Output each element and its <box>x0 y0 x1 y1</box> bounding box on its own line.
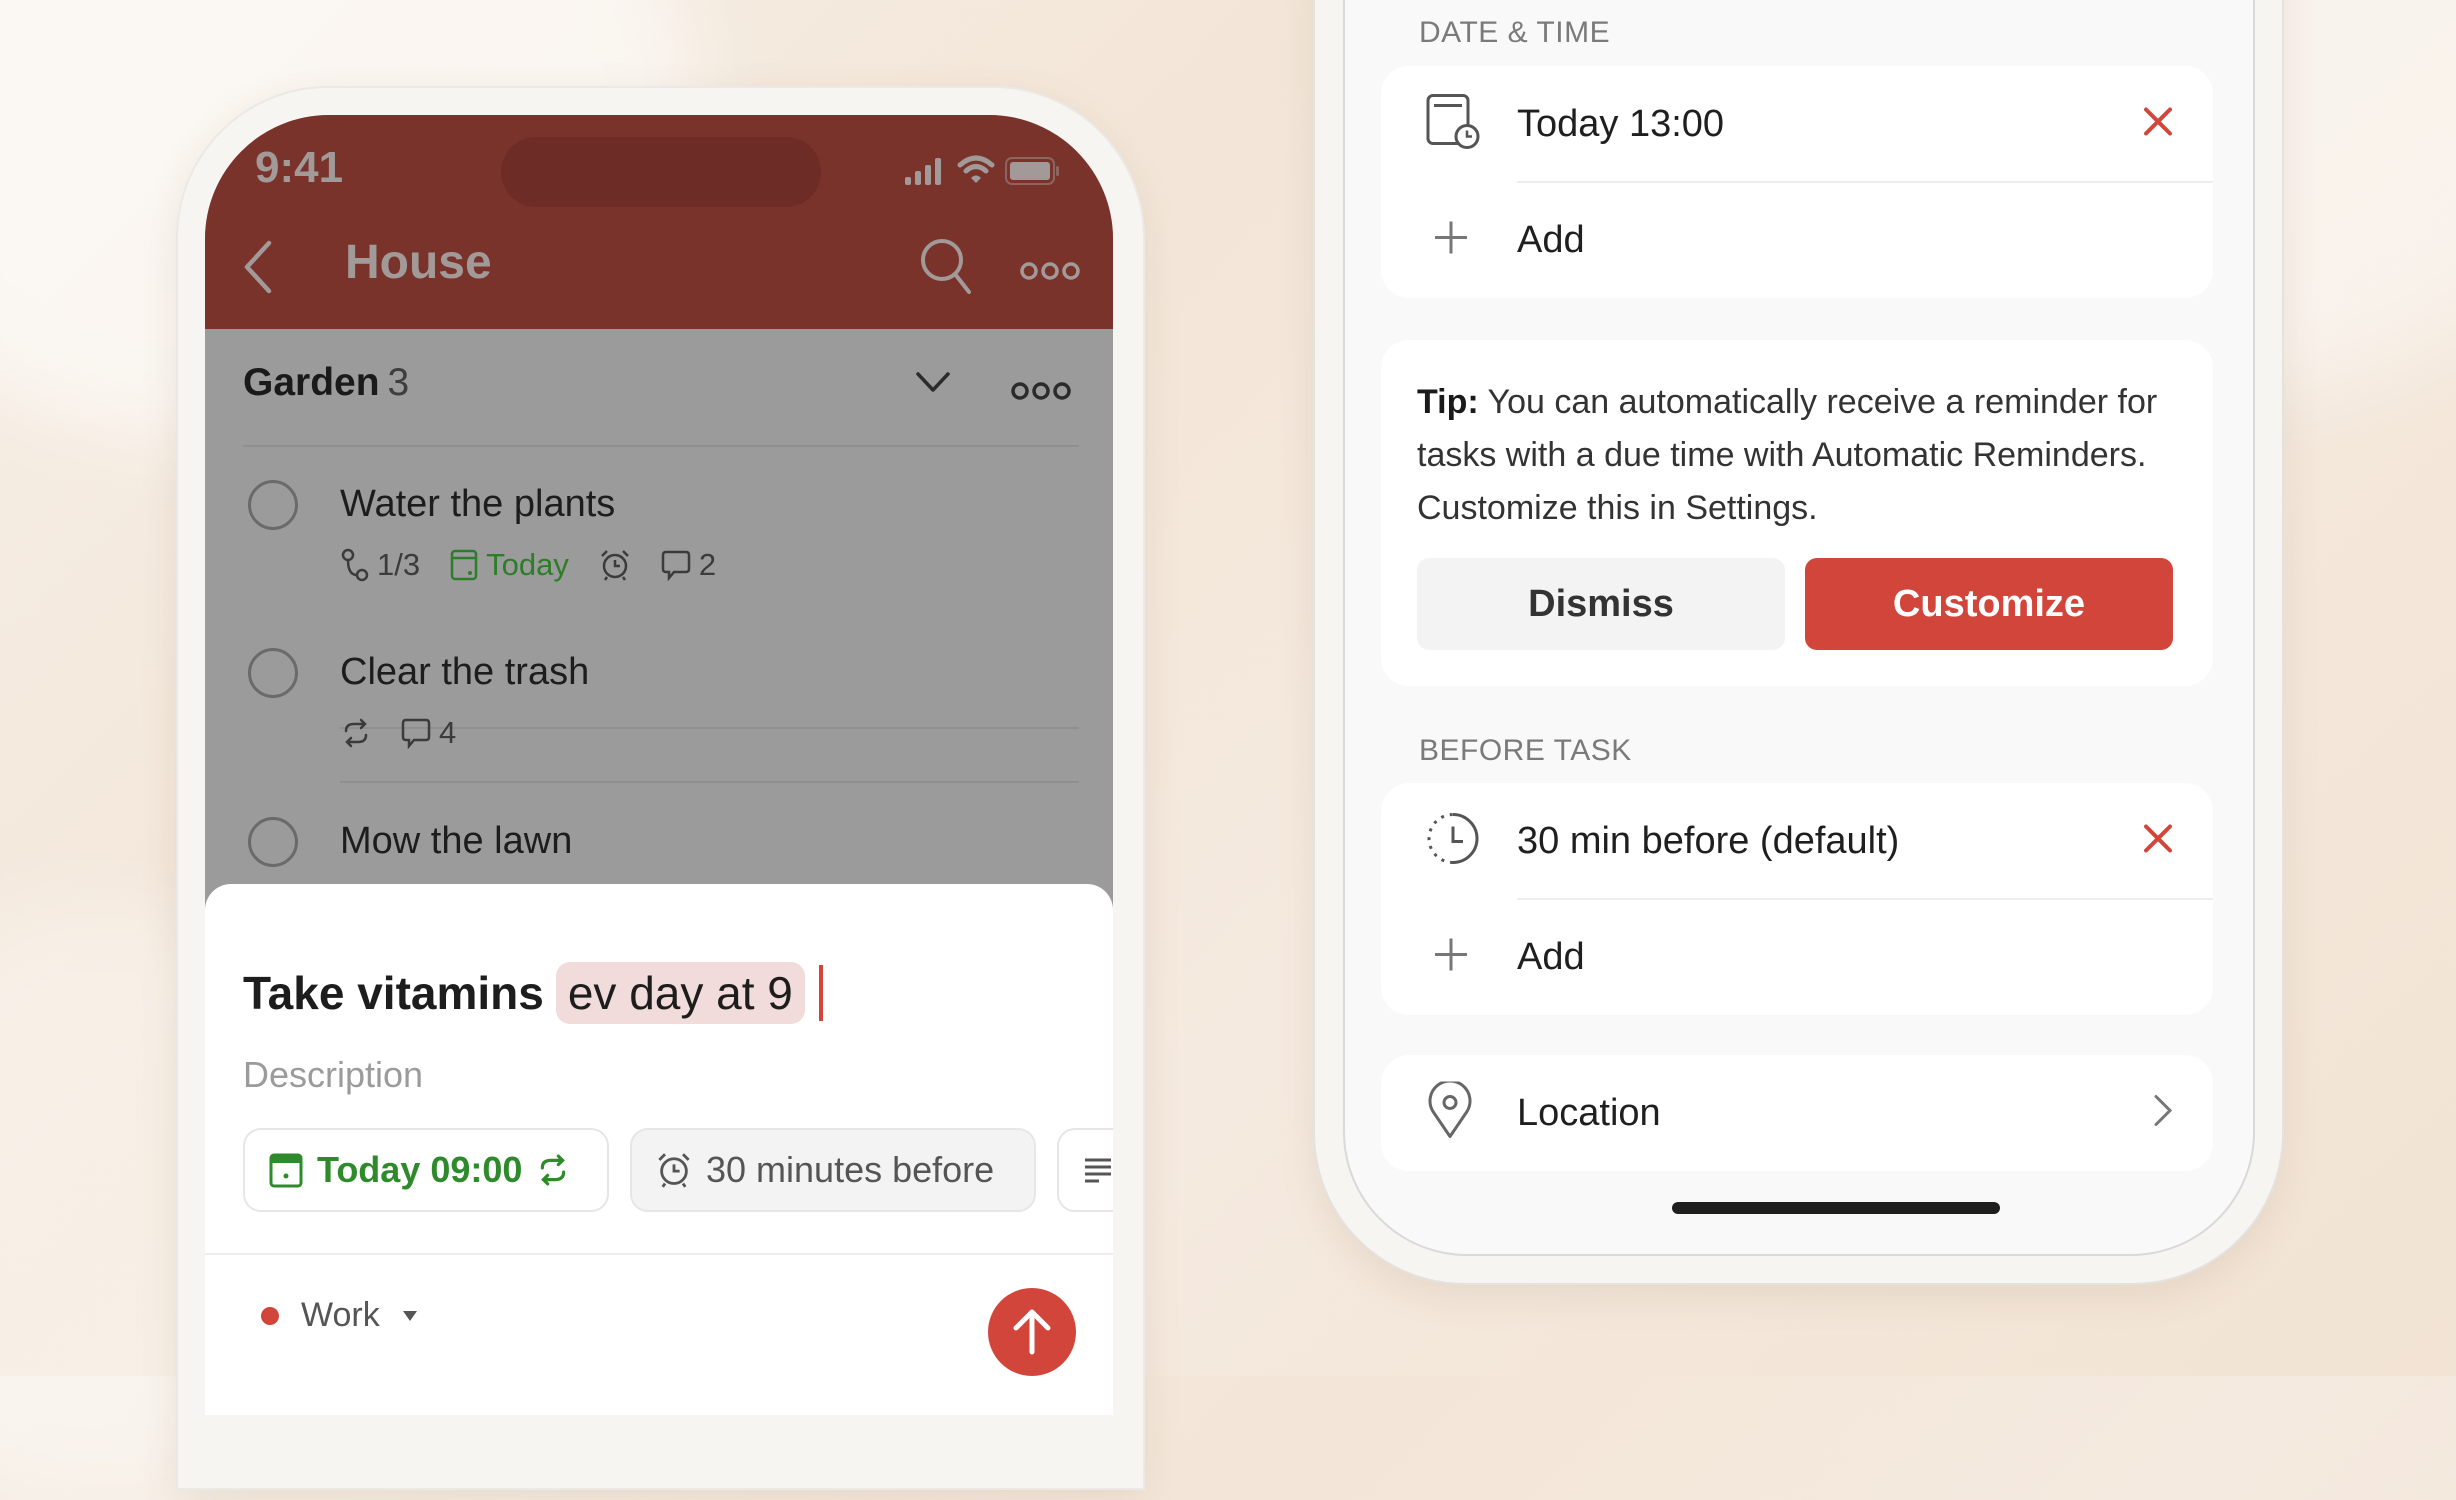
dismiss-button[interactable]: Dismiss <box>1417 558 1785 650</box>
reminder-chip[interactable]: 30 minutes before <box>630 1128 1036 1212</box>
arrow-up-icon <box>1013 1309 1051 1355</box>
calendar-clock-icon <box>1425 93 1481 156</box>
remove-due-date-button[interactable] <box>2143 107 2173 142</box>
section-count: 3 <box>387 361 410 404</box>
dynamic-island <box>501 137 821 207</box>
status-time: 9:41 <box>255 143 344 192</box>
project-name: Work <box>301 1296 380 1334</box>
divider <box>243 445 1079 447</box>
calendar-icon <box>450 549 478 581</box>
tip-text: Tip: You can automatically receive a rem… <box>1417 376 2187 535</box>
before-task-label: BEFORE TASK <box>1419 734 1632 767</box>
project-header: 9:41 House <box>205 115 1113 329</box>
more-icon <box>1011 382 1071 400</box>
task-title: Water the plants <box>340 483 616 525</box>
task-checkbox[interactable] <box>248 480 298 530</box>
task-name-input[interactable]: Take vitamins ev day at 9 <box>243 962 823 1024</box>
left-phone-screen: 9:41 House Garden 3 Water the plants 1/3… <box>205 115 1113 1415</box>
project-color-dot <box>261 1306 279 1325</box>
alarm-icon <box>600 550 629 581</box>
location-pin-icon <box>1425 1079 1475 1145</box>
more-options-chip[interactable] <box>1057 1128 1113 1212</box>
tip-body: You can automatically receive a reminder… <box>1417 383 2158 527</box>
reminder-chip-label: 30 minutes before <box>706 1149 995 1190</box>
alarm-icon <box>658 1153 690 1188</box>
section-name: Garden <box>243 361 380 404</box>
due-date-value: Today 13:00 <box>1517 102 1725 145</box>
task-meta: 1/3 Today 2 <box>341 547 734 583</box>
add-date-label: Add <box>1517 218 1585 261</box>
date-time-card: Today 13:00 Add <box>1381 66 2213 298</box>
section-header[interactable]: Garden 3 <box>243 361 409 405</box>
more-button[interactable] <box>1020 260 1080 287</box>
location-label: Location <box>1517 1091 1661 1134</box>
status-icons <box>905 155 1061 185</box>
subtask-icon <box>341 548 369 582</box>
caret-down-icon <box>402 1310 417 1321</box>
close-icon <box>2144 107 2172 136</box>
collapse-section-button[interactable] <box>915 371 951 398</box>
comment-count: 2 <box>698 547 717 582</box>
reminder-row[interactable]: 30 min before (default) <box>1381 783 2213 899</box>
customize-button[interactable]: Customize <box>1805 558 2173 650</box>
recurring-icon <box>541 1154 566 1186</box>
project-title: House <box>345 236 492 289</box>
add-reminder-label: Add <box>1517 935 1585 978</box>
search-button[interactable] <box>919 237 973 300</box>
close-icon <box>2144 824 2172 853</box>
date-time-label: DATE & TIME <box>1419 16 1611 49</box>
comment-count: 4 <box>439 715 457 750</box>
task-name-text: Take vitamins <box>243 967 544 1019</box>
calendar-icon <box>269 1153 303 1188</box>
remove-reminder-button[interactable] <box>2143 824 2173 859</box>
add-reminder-row[interactable]: Add <box>1381 899 2213 1015</box>
task-checkbox[interactable] <box>248 817 298 867</box>
before-task-card: 30 min before (default) Add <box>1381 783 2213 1015</box>
add-date-row[interactable]: Add <box>1381 182 2213 298</box>
reminder-value: 30 min before (default) <box>1517 819 1900 862</box>
task-title: Clear the trash <box>340 651 590 693</box>
clock-icon <box>1425 811 1481 872</box>
search-icon <box>921 239 971 294</box>
task-title: Mow the lawn <box>340 820 573 862</box>
quick-add-sheet: Take vitamins ev day at 9 Description To… <box>205 884 1113 1415</box>
comment-icon <box>661 550 691 581</box>
recurring-icon <box>344 718 368 748</box>
submit-task-button[interactable] <box>988 1288 1076 1376</box>
divider <box>340 781 1079 783</box>
chevron-left-icon <box>244 240 272 294</box>
plus-icon <box>1431 218 1471 263</box>
date-chip-label: Today 09:00 <box>317 1149 523 1190</box>
divider <box>205 1253 1113 1255</box>
project-selector[interactable]: Work <box>261 1296 418 1335</box>
location-card[interactable]: Location <box>1381 1055 2213 1171</box>
back-button[interactable] <box>241 239 275 300</box>
location-row[interactable]: Location <box>1381 1055 2213 1171</box>
signal-icon <box>905 158 941 185</box>
comment-icon <box>401 718 431 749</box>
due-date-row[interactable]: Today 13:00 <box>1381 66 2213 182</box>
tip-label: Tip: <box>1417 383 1479 421</box>
right-phone-screen: DATE & TIME Today 13:00 Add Tip: You can… <box>1345 0 2253 1254</box>
task-meta: 4 <box>341 715 474 751</box>
chevron-down-icon <box>916 372 950 392</box>
chevron-right-icon <box>2153 1094 2173 1133</box>
description-icon <box>1085 1158 1111 1183</box>
subtask-count: 1/3 <box>377 547 421 582</box>
date-chip[interactable]: Today 09:00 <box>243 1128 609 1212</box>
wifi-icon <box>957 155 995 183</box>
task-due: Today <box>486 547 569 582</box>
more-icon <box>1020 262 1080 280</box>
plus-icon <box>1431 935 1471 980</box>
description-input[interactable]: Description <box>243 1054 423 1096</box>
tip-card: Tip: You can automatically receive a rem… <box>1381 340 2213 686</box>
battery-icon <box>1005 157 1059 185</box>
text-cursor <box>818 965 823 1021</box>
section-more-button[interactable] <box>1011 380 1071 407</box>
date-highlight: ev day at 9 <box>555 962 805 1024</box>
home-indicator <box>1672 1202 2000 1214</box>
task-checkbox[interactable] <box>248 648 298 698</box>
